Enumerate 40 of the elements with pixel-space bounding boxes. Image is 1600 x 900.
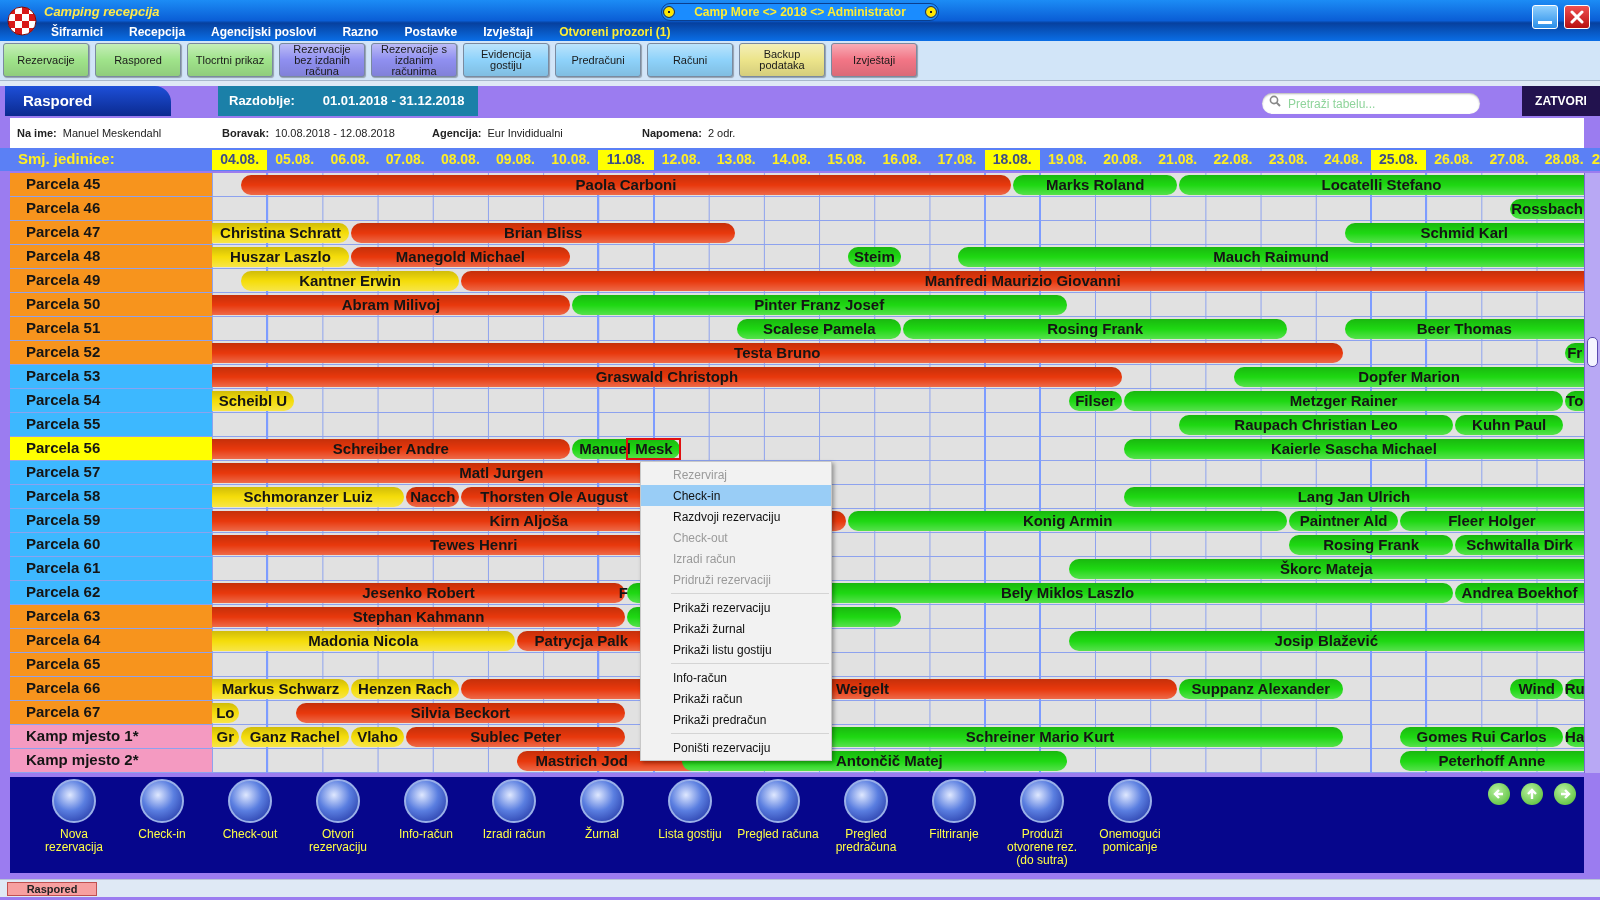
day-header: 26.08. [1433, 150, 1475, 169]
detail-label: Na ime: [17, 125, 57, 141]
day-header: 10.08. [550, 150, 592, 169]
day-header: 05.08. [274, 150, 316, 169]
period-label: Razdoblje: [229, 92, 295, 111]
day-header: 18.08. [984, 149, 1040, 170]
day-header: 07.08. [384, 150, 426, 169]
day-header: 25.08. [1370, 149, 1427, 170]
period-value: 01.01.2018 - 31.12.2018 [322, 92, 465, 111]
detail-value: Manuel Meskendahl [62, 125, 162, 141]
day-header: 14.08. [771, 150, 812, 169]
day-header: 12.08. [660, 150, 702, 169]
detail-value: 2 odr. [707, 125, 736, 141]
day-header: 15.08. [826, 150, 868, 169]
day-header: 20.08. [1102, 150, 1144, 169]
day-header: 04.08. [212, 149, 268, 170]
day-header: 2 [1591, 149, 1600, 170]
units-header: Smj. jedinice: [17, 149, 116, 170]
detail-value: 10.08.2018 - 12.08.2018 [275, 125, 395, 141]
day-header: 21.08. [1157, 150, 1199, 169]
app-title: Camping recepcija [44, 2, 161, 21]
day-header: 06.08. [329, 150, 371, 169]
session-label: Camp More <> 2018 <> Administrator [694, 3, 906, 21]
day-header: 08.08. [439, 150, 481, 169]
day-header: 24.08. [1322, 150, 1364, 169]
detail-label: Agencija: [432, 125, 482, 141]
detail-label: Boravak: [222, 125, 270, 141]
day-header: 28.08. [1543, 150, 1585, 169]
day-header: 16.08. [881, 150, 923, 169]
detail-label: Napomena: [642, 125, 702, 141]
day-header: 22.08. [1212, 150, 1254, 169]
detail-value: Eur Invididualni [487, 125, 563, 141]
day-header: 09.08. [495, 150, 536, 169]
panel-title: Raspored [5, 86, 171, 116]
day-header: 17.08. [936, 150, 978, 169]
day-header: 13.08. [715, 150, 757, 169]
day-header: 23.08. [1267, 150, 1309, 169]
day-header: 11.08. [598, 149, 654, 170]
day-header: 27.08. [1488, 150, 1530, 169]
day-header: 19.08. [1046, 150, 1088, 169]
